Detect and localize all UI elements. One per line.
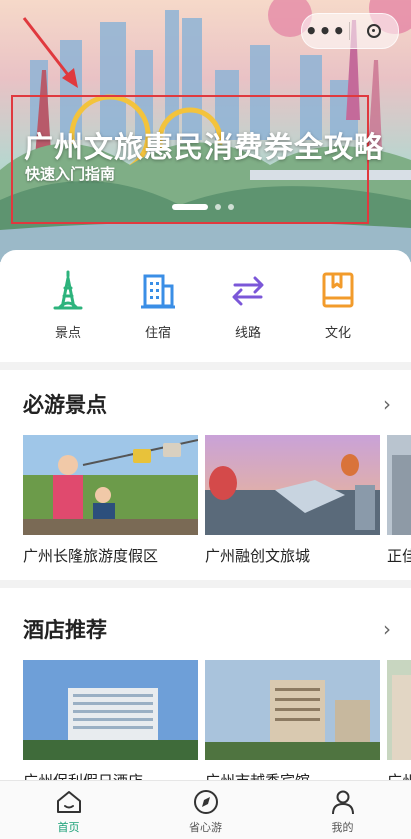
- attractions-list: 广州长隆旅游度假区 广州融创文旅城 正佳: [23, 435, 411, 566]
- attraction-name: 广州长隆旅游度假区: [23, 547, 159, 565]
- main-content: 景点 住宿 线路 文化 必游景点 › 广州长隆旅游度假区 广州融创文旅城 正佳 …: [0, 250, 411, 790]
- compass-icon: [193, 790, 218, 814]
- category-shortcuts: 景点 住宿 线路 文化: [0, 250, 411, 362]
- tab-label: 我的: [331, 821, 354, 834]
- carousel-dot[interactable]: [228, 204, 234, 210]
- hotels-header[interactable]: 酒店推荐 ›: [23, 609, 391, 649]
- category-culture[interactable]: 文化: [293, 250, 383, 362]
- home-icon: [56, 791, 81, 813]
- building-icon: [141, 274, 175, 309]
- attraction-name: 正佳: [387, 547, 411, 565]
- category-routes[interactable]: 线路: [203, 250, 293, 362]
- section-title: 酒店推荐: [23, 618, 107, 642]
- section-divider: [0, 362, 411, 370]
- tab-label: 首页: [57, 821, 80, 834]
- bottom-tab-bar: 首页 省心游 我的: [0, 780, 411, 839]
- hotels-list: 广州保利假日酒店 广州市越秀宾馆 广州: [23, 660, 411, 790]
- tab-mine[interactable]: 我的: [274, 781, 411, 839]
- hotel-photo: [387, 660, 411, 760]
- banner-subtitle: 快速入门指南: [25, 165, 116, 183]
- hotel-photo: [205, 660, 380, 760]
- attraction-card[interactable]: 广州融创文旅城: [205, 435, 380, 566]
- attractions-header[interactable]: 必游景点 ›: [23, 384, 391, 424]
- banner-title: 广州文旅惠民消费券全攻略: [24, 130, 385, 164]
- carousel-dot[interactable]: [215, 204, 221, 210]
- hero-banner[interactable]: ••• 广州文旅惠民消费券全攻略 快速入门指南: [0, 0, 411, 262]
- tab-easy-travel[interactable]: 省心游: [137, 781, 274, 839]
- tower-icon: [53, 270, 83, 310]
- tab-home[interactable]: 首页: [0, 781, 137, 839]
- category-label: 文化: [324, 326, 351, 341]
- attraction-photo: [205, 435, 380, 535]
- attraction-card[interactable]: 正佳: [387, 435, 411, 566]
- route-arrows-icon: [232, 276, 264, 306]
- tab-label: 省心游: [189, 821, 222, 834]
- category-attractions[interactable]: 景点: [23, 250, 113, 362]
- attraction-photo: [23, 435, 198, 535]
- category-label: 线路: [234, 326, 261, 341]
- carousel-dot-active[interactable]: [172, 204, 208, 210]
- attraction-card[interactable]: 广州长隆旅游度假区: [23, 435, 198, 566]
- chevron-right-icon[interactable]: ›: [383, 617, 391, 641]
- hotel-card[interactable]: 广州: [387, 660, 411, 790]
- attraction-name: 广州融创文旅城: [205, 547, 311, 565]
- hotel-photo: [23, 660, 198, 760]
- section-title: 必游景点: [23, 393, 107, 417]
- attraction-photo: [387, 435, 411, 535]
- category-lodging[interactable]: 住宿: [113, 250, 203, 362]
- category-label: 住宿: [144, 326, 171, 341]
- hotel-card[interactable]: 广州市越秀宾馆: [205, 660, 380, 790]
- book-icon: [322, 272, 354, 308]
- hotel-card[interactable]: 广州保利假日酒店: [23, 660, 198, 790]
- user-icon: [331, 790, 354, 815]
- carousel-indicator: [172, 204, 234, 210]
- category-label: 景点: [54, 326, 81, 341]
- section-divider: [0, 580, 411, 588]
- chevron-right-icon[interactable]: ›: [383, 392, 391, 416]
